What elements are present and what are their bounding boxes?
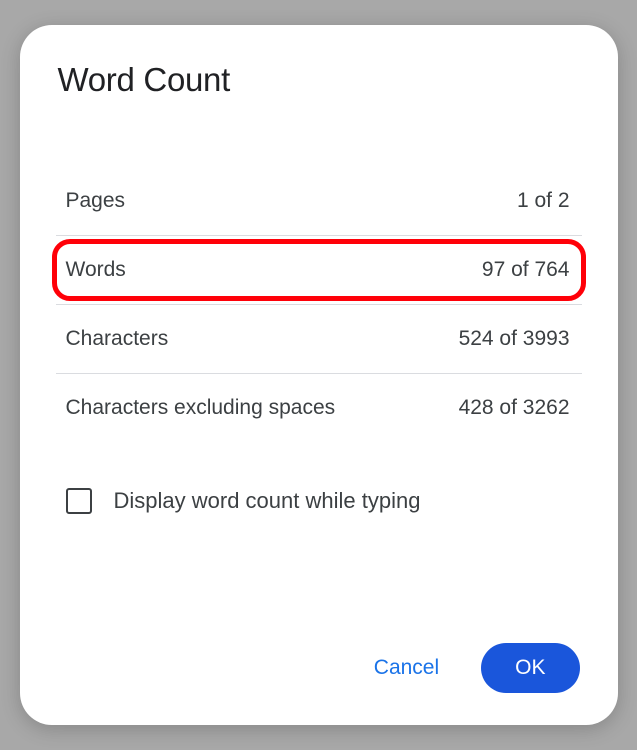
cancel-button[interactable]: Cancel xyxy=(358,646,455,690)
stat-label-words: Words xyxy=(66,258,126,282)
stat-value-words: 97 of 764 xyxy=(482,258,570,282)
stat-row-characters: Characters 524 of 3993 xyxy=(56,305,582,374)
ok-button[interactable]: OK xyxy=(481,643,579,693)
dialog-title: Word Count xyxy=(56,61,582,99)
checkbox-row: Display word count while typing xyxy=(56,488,582,514)
stat-row-characters-no-spaces: Characters excluding spaces 428 of 3262 xyxy=(56,374,582,442)
stat-label-pages: Pages xyxy=(66,189,126,213)
stat-row-pages: Pages 1 of 2 xyxy=(56,167,582,236)
checkbox-label: Display word count while typing xyxy=(114,488,421,514)
stat-value-pages: 1 of 2 xyxy=(517,189,570,213)
stat-label-characters: Characters xyxy=(66,327,169,351)
stat-row-words: Words 97 of 764 xyxy=(56,236,582,305)
word-count-dialog: Word Count Pages 1 of 2 Words 97 of 764 … xyxy=(20,25,618,725)
stat-label-characters-no-spaces: Characters excluding spaces xyxy=(66,396,336,420)
stat-value-characters: 524 of 3993 xyxy=(459,327,570,351)
display-count-checkbox[interactable] xyxy=(66,488,92,514)
stat-value-characters-no-spaces: 428 of 3262 xyxy=(459,396,570,420)
stats-list: Pages 1 of 2 Words 97 of 764 Characters … xyxy=(56,167,582,442)
dialog-button-row: Cancel OK xyxy=(56,643,582,697)
